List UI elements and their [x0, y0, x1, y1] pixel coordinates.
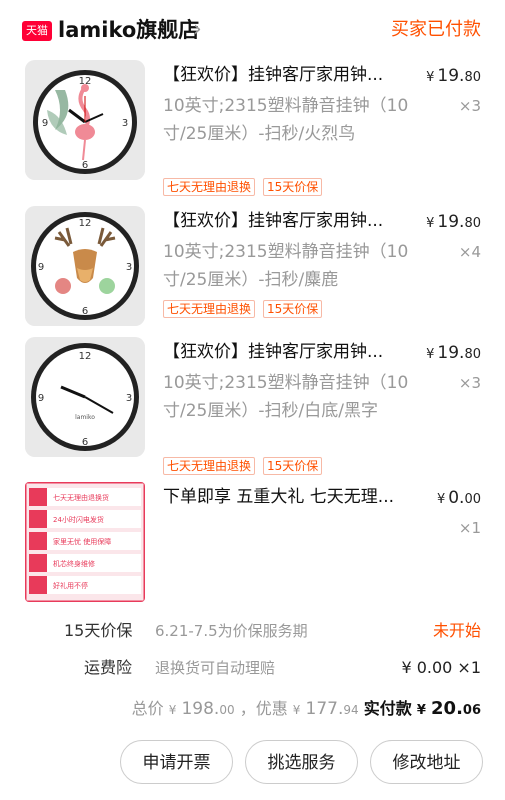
tmall-badge-icon: 天猫 [22, 21, 52, 41]
deer-clock-image[interactable]: 12 3 6 9 [25, 206, 145, 326]
totals-line: 总价 ¥ 198.00 ，优惠 ¥ 177.94 实付款 ¥ 20.06 [132, 692, 481, 728]
discount-dec: 94 [343, 703, 359, 717]
item-price: ¥19.80 [426, 343, 481, 363]
tag-seven-day-return: 七天无理由退换 [163, 300, 256, 318]
service-tags: 七天无理由退换 15天价保 [163, 300, 323, 318]
order-status: 买家已付款 [391, 19, 481, 40]
total-currency: ¥ [168, 703, 177, 717]
change-address-button[interactable]: 修改地址 [370, 740, 483, 784]
item-title[interactable]: 【狂欢价】挂钟客厅家用钟... [163, 62, 415, 88]
gift-list-image[interactable]: 七天无理由退换货 24小时闪电发货 家里无忧 使用保障 机芯终身维修 好礼用不停 [25, 482, 145, 602]
tag-price-protection: 15天价保 [263, 178, 323, 196]
shipping-insurance-row[interactable]: 运费险 退换货可自动理赔 ¥ 0.00 ×1 [0, 653, 505, 683]
item-spec: 10英寸;2315塑料静音挂钟（10寸/25厘米）-扫秒/麋鹿 [163, 242, 409, 290]
svg-text:6: 6 [82, 437, 88, 448]
shipping-insurance-desc: 退换货可自动理赔 [155, 659, 276, 677]
svg-text:12: 12 [79, 76, 92, 87]
tag-price-protection: 15天价保 [263, 300, 323, 318]
price-protection-row[interactable]: 15天价保 6.21-7.5为价保服务期 未开始 [0, 616, 505, 646]
item-quantity: ×4 [458, 243, 481, 261]
order-card: 天猫 lamiko旗舰店 › 买家已付款 12 3 6 9 【狂欢价】挂钟客厅家… [0, 0, 505, 800]
total-int: 198. [181, 699, 220, 719]
item-price: ¥19.80 [426, 66, 481, 86]
price-protection-status: 未开始 [432, 621, 481, 640]
total-label: 总价 [131, 699, 164, 718]
item-price: ¥0.00 [436, 488, 481, 508]
order-item[interactable]: 七天无理由退换货 24小时闪电发货 家里无忧 使用保障 机芯终身维修 好礼用不停… [0, 482, 505, 606]
total-dec: 00 [219, 703, 235, 717]
item-spec: 10英寸;2315塑料静音挂钟（10寸/25厘米）-扫秒/白底/黑字 [163, 373, 409, 421]
item-quantity: ×1 [458, 519, 481, 537]
svg-text:9: 9 [38, 393, 44, 404]
service-tags: 七天无理由退换 15天价保 [163, 178, 323, 196]
action-buttons: 申请开票 挑选服务 修改地址 [120, 740, 483, 784]
price-protection-period: 6.21-7.5为价保服务期 [155, 622, 308, 640]
item-quantity: ×3 [458, 374, 481, 392]
select-service-button[interactable]: 挑选服务 [245, 740, 358, 784]
discount-currency: ¥ [292, 703, 301, 717]
tag-price-protection: 15天价保 [263, 457, 323, 475]
discount-int: 177. [305, 699, 344, 719]
item-price: ¥19.80 [426, 212, 481, 232]
price-protection-label: 15天价保 [64, 621, 133, 640]
order-item[interactable]: 12 3 6 9 【狂欢价】挂钟客厅家用钟... ¥19.80 ×3 10英寸;… [0, 60, 505, 200]
svg-text:6: 6 [82, 160, 88, 171]
svg-text:机芯终身维修: 机芯终身维修 [53, 559, 95, 568]
item-spec: 10英寸;2315塑料静音挂钟（10寸/25厘米）-扫秒/火烈鸟 [163, 96, 409, 144]
flamingo-clock-image[interactable]: 12 3 6 9 [25, 60, 145, 180]
svg-text:9: 9 [38, 262, 44, 273]
svg-text:家里无忧 使用保障: 家里无忧 使用保障 [53, 537, 111, 546]
paid-int: 20. [431, 698, 463, 719]
svg-text:3: 3 [126, 393, 132, 404]
svg-text:七天无理由退换货: 七天无理由退换货 [53, 493, 109, 502]
store-header[interactable]: 天猫 lamiko旗舰店 › 买家已付款 [0, 0, 505, 62]
order-item[interactable]: 12 3 6 9 【狂欢价】挂钟客厅家用钟... ¥19.80 ×4 10英寸;… [0, 206, 505, 336]
svg-text:12: 12 [79, 218, 92, 229]
apply-invoice-button[interactable]: 申请开票 [120, 740, 233, 784]
svg-text:3: 3 [122, 118, 128, 129]
svg-text:6: 6 [82, 306, 88, 317]
svg-text:好礼用不停: 好礼用不停 [53, 581, 88, 590]
shipping-insurance-amount: ¥ 0.00 ×1 [401, 658, 481, 677]
svg-text:9: 9 [42, 118, 48, 129]
item-title[interactable]: 【狂欢价】挂钟客厅家用钟... [163, 208, 415, 234]
discount-label: ，优惠 [239, 699, 288, 718]
store-name[interactable]: lamiko旗舰店 [58, 14, 199, 46]
item-title[interactable]: 下单即享 五重大礼 七天无理... [163, 484, 421, 510]
paid-label: 实付款 [363, 699, 412, 718]
shipping-insurance-label: 运费险 [84, 658, 133, 677]
paid-dec: 06 [462, 703, 481, 718]
order-totals: 总价 ¥ 198.00 ，优惠 ¥ 177.94 实付款 ¥ 20.06 [0, 692, 505, 726]
item-title[interactable]: 【狂欢价】挂钟客厅家用钟... [163, 339, 415, 365]
tag-seven-day-return: 七天无理由退换 [163, 178, 256, 196]
svg-text:3: 3 [126, 262, 132, 273]
plain-clock-image[interactable]: 12 3 6 9 lamiko [25, 337, 145, 457]
svg-text:12: 12 [79, 351, 92, 362]
chevron-right-icon[interactable]: › [193, 14, 202, 46]
svg-text:24小时闪电发货: 24小时闪电发货 [53, 515, 104, 524]
paid-currency: ¥ [416, 703, 426, 718]
order-item[interactable]: 12 3 6 9 lamiko 【狂欢价】挂钟客厅家用钟... ¥19.80 ×… [0, 337, 505, 477]
tag-seven-day-return: 七天无理由退换 [163, 457, 256, 475]
svg-text:lamiko: lamiko [75, 414, 95, 421]
service-tags: 七天无理由退换 15天价保 [163, 457, 323, 475]
item-quantity: ×3 [458, 97, 481, 115]
